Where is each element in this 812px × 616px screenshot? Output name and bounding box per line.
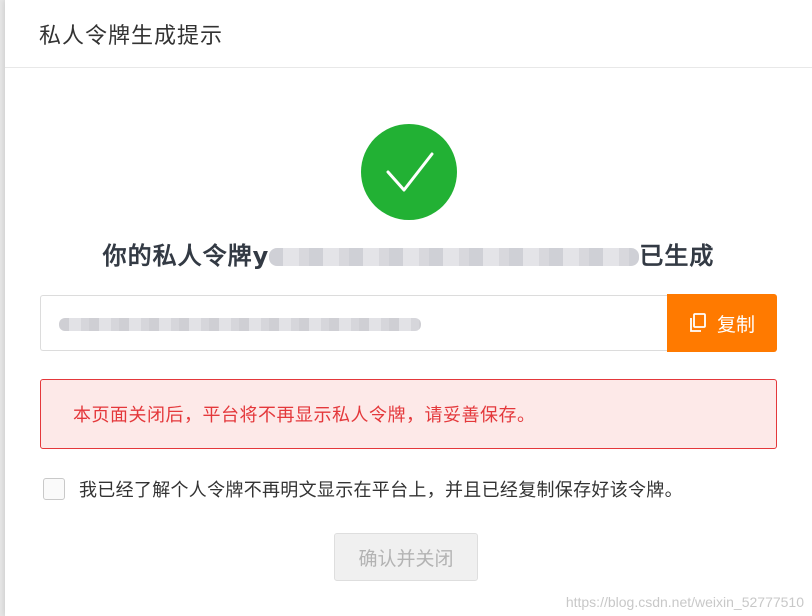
- redacted-token-value: [59, 318, 421, 331]
- confirm-checkbox-row: 我已经了解个人令牌不再明文显示在平台上，并且已经复制保存好该令牌。: [43, 476, 683, 502]
- copy-button[interactable]: 复制: [667, 294, 777, 352]
- warning-text: 本页面关闭后，平台将不再显示私人令牌，请妥善保存。: [73, 405, 536, 426]
- token-message-suffix: 已生成: [639, 242, 715, 270]
- token-generated-dialog: 私人令牌生成提示 你的私人令牌y 已生成 复制 本页面关闭后，平台将不再显示私人令…: [5, 0, 812, 616]
- confirm-checkbox[interactable]: [43, 478, 65, 500]
- warning-alert: 本页面关闭后，平台将不再显示私人令牌，请妥善保存。: [40, 379, 777, 449]
- token-field-row: 复制: [40, 294, 777, 352]
- confirm-checkbox-label[interactable]: 我已经了解个人令牌不再明文显示在平台上，并且已经复制保存好该令牌。: [79, 476, 683, 502]
- redacted-token-name: [269, 248, 640, 266]
- check-circle-icon: [361, 124, 457, 220]
- watermark: https://blog.csdn.net/weixin_52777510: [565, 594, 804, 610]
- dialog-title: 私人令牌生成提示: [39, 23, 224, 49]
- dialog-header: 私人令牌生成提示: [5, 0, 812, 68]
- token-generated-message: 你的私人令牌y 已生成: [5, 236, 812, 271]
- copy-button-label: 复制: [716, 313, 755, 336]
- token-message-prefix: 你的私人令牌y: [102, 242, 270, 270]
- token-value-field[interactable]: [40, 295, 667, 351]
- confirm-close-button[interactable]: 确认并关闭: [334, 533, 478, 581]
- copy-icon: [689, 313, 707, 333]
